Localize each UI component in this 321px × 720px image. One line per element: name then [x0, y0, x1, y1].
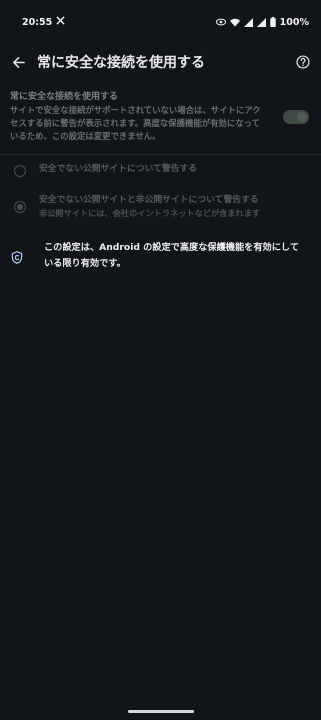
always-secure-toggle[interactable] — [283, 110, 309, 124]
battery-level: 100% — [279, 16, 309, 28]
page-title: 常に安全な接続を使用する — [37, 55, 205, 71]
setting-description-line: サイトで安全な接続がサポートされていない場合は、サイトにアク — [10, 105, 261, 115]
eye-icon — [215, 18, 226, 26]
setting-description-line: いるため、この設定は変更できません。 — [10, 131, 161, 141]
x-app-icon — [56, 16, 65, 28]
always-secure-setting: 常に安全な接続を使用する サイトで安全な接続がサポートされていない場合は、サイト… — [10, 91, 272, 143]
option-public-and-private-label: 安全でない公開サイトと非公開サイトについて警告する — [39, 195, 259, 205]
divider — [0, 154, 321, 155]
managed-notice-line: いる限り有効です。 — [44, 258, 126, 269]
app-bar: 常に安全な接続を使用する — [0, 44, 321, 80]
option-public-and-private-sites-text: 安全でない公開サイトと非公開サイトについて警告する 非公開サイトには、会社のイン… — [39, 194, 260, 220]
shield-icon — [11, 249, 25, 264]
managed-notice-line: この設定は、Android の設定で高度な保護機能を有効にして — [44, 242, 300, 253]
arrow-back-icon — [12, 56, 25, 68]
back-button[interactable] — [8, 52, 28, 72]
toggle-knob — [297, 112, 307, 122]
setting-description-line: セスする前に警告が表示されます。高度な保護機能が有効になって — [10, 118, 260, 128]
setting-description: サイトで安全な接続がサポートされていない場合は、サイトにアク セスする前に警告が… — [10, 104, 272, 143]
radio-public-sites[interactable] — [14, 165, 26, 177]
radio-public-and-private-sites[interactable] — [14, 201, 26, 213]
signal-icon-1 — [243, 17, 253, 27]
help-button[interactable] — [293, 52, 313, 72]
status-time: 20:55 — [22, 16, 53, 28]
help-icon — [296, 55, 310, 69]
managed-notice-text: この設定は、Android の設定で高度な保護機能を有効にして いる限り有効です… — [44, 240, 312, 272]
option-public-sites-label: 安全でない公開サイトについて警告する — [39, 164, 198, 174]
battery-icon — [269, 17, 276, 27]
wifi-icon — [229, 18, 240, 27]
status-bar: 20:55 100% — [0, 0, 321, 44]
option-public-and-private-sublabel: 非公開サイトには、会社のイントラネットなどが含まれます — [39, 208, 261, 218]
home-indicator[interactable] — [128, 710, 194, 713]
signal-icon-2 — [256, 17, 266, 27]
setting-title: 常に安全な接続を使用する — [10, 92, 119, 102]
